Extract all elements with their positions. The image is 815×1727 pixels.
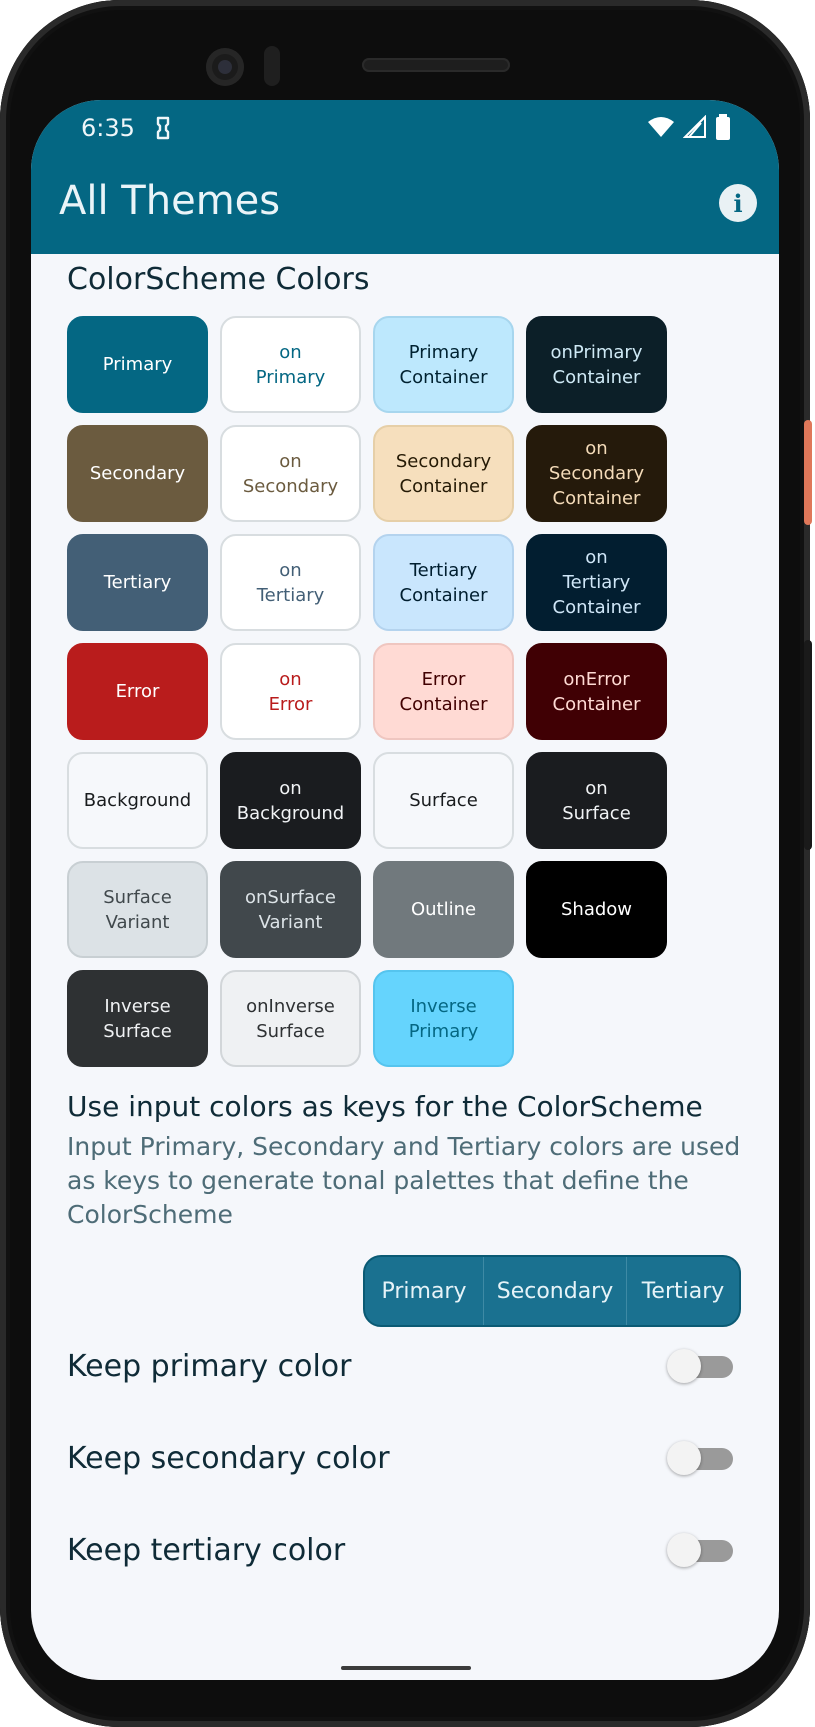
keep-tertiary-label: Keep tertiary color xyxy=(67,1532,346,1568)
segment-secondary[interactable]: Secondary xyxy=(484,1257,627,1325)
keep-primary-row[interactable]: Keep primary color xyxy=(67,1336,757,1396)
volume-button xyxy=(804,640,812,850)
color-swatch: on Tertiary Container xyxy=(526,534,667,631)
color-swatch: on Tertiary xyxy=(220,534,361,631)
color-swatch: Surface Variant xyxy=(67,861,208,958)
earpiece-speaker xyxy=(362,58,510,72)
color-swatch: Shadow xyxy=(526,861,667,958)
keep-primary-label: Keep primary color xyxy=(67,1348,352,1384)
phone-frame: 6:35 All Themes i ColorScheme Colors Pri… xyxy=(0,0,812,1727)
app-bar: 6:35 All Themes i xyxy=(31,100,779,254)
color-swatch: onSurface Variant xyxy=(220,861,361,958)
color-swatch: Tertiary Container xyxy=(373,534,514,631)
color-swatch: on Secondary Container xyxy=(526,425,667,522)
signal-icon xyxy=(682,114,707,143)
color-swatch: Primary Container xyxy=(373,316,514,413)
colorscheme-title: ColorScheme Colors xyxy=(67,262,370,297)
keep-secondary-label: Keep secondary color xyxy=(67,1440,390,1476)
battery-icon xyxy=(715,114,731,144)
color-swatch: Inverse Primary xyxy=(373,970,514,1067)
color-swatch: on Error xyxy=(220,643,361,740)
color-swatch: Error xyxy=(67,643,208,740)
input-colors-title: Use input colors as keys for the ColorSc… xyxy=(67,1090,703,1123)
keep-secondary-switch[interactable] xyxy=(667,1441,733,1475)
color-swatch: Error Container xyxy=(373,643,514,740)
front-camera xyxy=(206,48,244,86)
color-swatch: onInverse Surface xyxy=(220,970,361,1067)
wifi-icon xyxy=(647,116,675,142)
sim-card-icon xyxy=(153,116,173,140)
color-swatch: on Background xyxy=(220,752,361,849)
status-icons xyxy=(647,114,731,144)
color-swatch: on Primary xyxy=(220,316,361,413)
color-swatch: on Surface xyxy=(526,752,667,849)
segment-tertiary[interactable]: Tertiary xyxy=(627,1257,739,1325)
info-icon[interactable]: i xyxy=(719,184,757,222)
keep-tertiary-switch[interactable] xyxy=(667,1533,733,1567)
power-button xyxy=(804,420,812,525)
app-title: All Themes xyxy=(59,178,281,224)
input-color-segmented-control: Primary Secondary Tertiary xyxy=(363,1255,741,1327)
input-colors-description: Input Primary, Secondary and Tertiary co… xyxy=(67,1132,741,1229)
color-swatch: onError Container xyxy=(526,643,667,740)
keep-secondary-row[interactable]: Keep secondary color xyxy=(67,1428,757,1488)
colorscheme-grid: Primary on Primary Primary Container onPrim… xyxy=(67,316,667,1067)
color-swatch: Outline xyxy=(373,861,514,958)
color-swatch: Tertiary xyxy=(67,534,208,631)
keep-primary-switch[interactable] xyxy=(667,1349,733,1383)
color-swatch: Inverse Surface xyxy=(67,970,208,1067)
gesture-home-bar[interactable] xyxy=(341,1666,471,1670)
color-swatch: Secondary xyxy=(67,425,208,522)
color-swatch: Background xyxy=(67,752,208,849)
segment-primary[interactable]: Primary xyxy=(365,1257,484,1325)
proximity-sensor xyxy=(264,46,280,86)
color-swatch: Secondary Container xyxy=(373,425,514,522)
color-swatch: Primary xyxy=(67,316,208,413)
color-swatch: onPrimary Container xyxy=(526,316,667,413)
color-swatch: Surface xyxy=(373,752,514,849)
keep-tertiary-row[interactable]: Keep tertiary color xyxy=(67,1520,757,1580)
color-swatch: on Secondary xyxy=(220,425,361,522)
screen: 6:35 All Themes i ColorScheme Colors Pri… xyxy=(31,100,779,1680)
status-time: 6:35 xyxy=(81,114,135,142)
